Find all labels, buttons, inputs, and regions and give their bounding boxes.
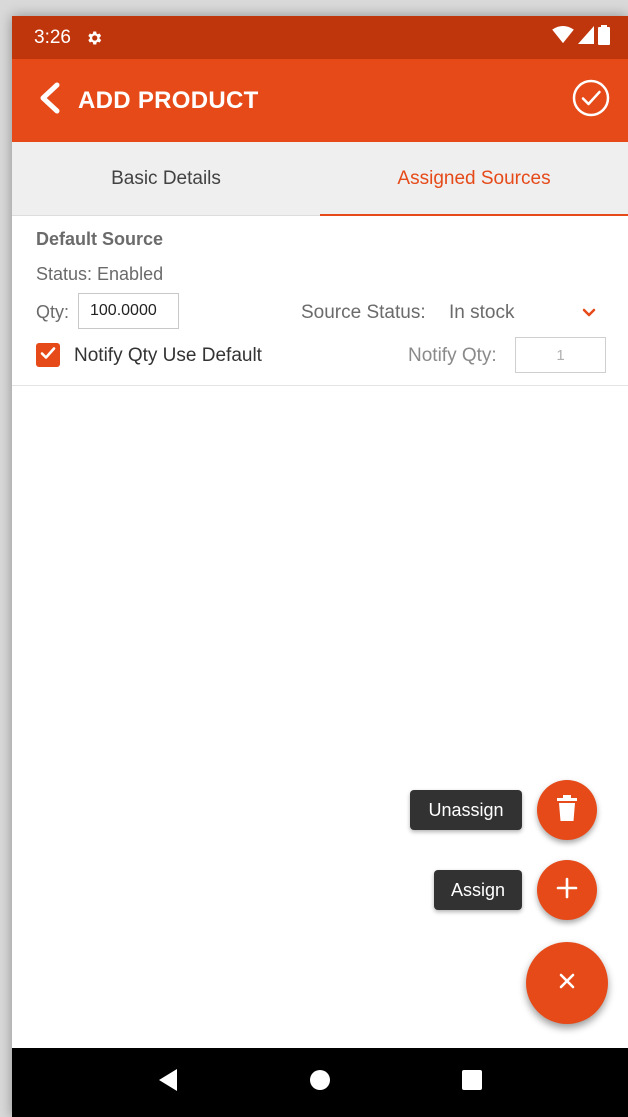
trash-icon <box>556 794 578 826</box>
phone-screen: 3:26 ADD PRODUCT Basic Details Assigned … <box>12 16 628 1117</box>
notify-qty-label: Notify Qty: <box>408 345 497 366</box>
system-nav-bar <box>12 1048 628 1117</box>
save-button[interactable] <box>570 78 612 123</box>
unassign-button[interactable] <box>537 780 597 840</box>
page-title: ADD PRODUCT <box>78 86 259 114</box>
assign-button[interactable] <box>537 860 597 920</box>
notify-qty-checkbox[interactable] <box>36 343 60 367</box>
status-bar: 3:26 <box>12 16 628 59</box>
nav-recents-button[interactable] <box>452 1063 492 1103</box>
status-time: 3:26 <box>34 26 71 48</box>
tab-assigned-sources[interactable]: Assigned Sources <box>320 142 628 216</box>
close-icon <box>557 971 577 996</box>
source-name: Default Source <box>36 229 164 249</box>
signal-icon <box>578 26 594 49</box>
gear-icon <box>85 29 103 47</box>
check-circle-icon <box>571 78 611 123</box>
source-status-text: Status: Enabled <box>36 264 164 284</box>
unassign-tooltip: Unassign <box>410 790 522 830</box>
chevron-left-icon <box>37 82 63 119</box>
qty-input[interactable] <box>78 293 179 329</box>
back-button[interactable] <box>30 81 70 121</box>
tab-bar: Basic Details Assigned Sources <box>12 142 628 216</box>
app-bar: ADD PRODUCT <box>12 59 628 142</box>
nav-home-button[interactable] <box>300 1063 340 1103</box>
recents-square-icon <box>461 1069 483 1096</box>
notify-qty-input[interactable] <box>515 337 606 373</box>
battery-icon <box>598 25 610 50</box>
speed-dial-close-button[interactable] <box>526 942 608 1024</box>
source-card: Default Source Status: Enabled Qty: Sour… <box>12 216 628 386</box>
wifi-icon <box>552 26 574 49</box>
back-triangle-icon <box>157 1068 179 1097</box>
notify-checkbox-label: Notify Qty Use Default <box>74 345 262 366</box>
home-circle-icon <box>309 1069 331 1096</box>
status-icons <box>552 25 610 50</box>
tab-basic-details[interactable]: Basic Details <box>12 142 320 215</box>
checkmark-icon <box>38 343 58 368</box>
qty-label: Qty: <box>36 302 70 322</box>
source-status-label: Source Status: <box>301 302 426 323</box>
plus-icon <box>555 876 579 905</box>
chevron-down-icon[interactable] <box>580 304 598 322</box>
source-status-select[interactable]: In stock <box>449 302 514 324</box>
nav-back-button[interactable] <box>148 1063 188 1103</box>
assign-tooltip: Assign <box>434 870 522 910</box>
